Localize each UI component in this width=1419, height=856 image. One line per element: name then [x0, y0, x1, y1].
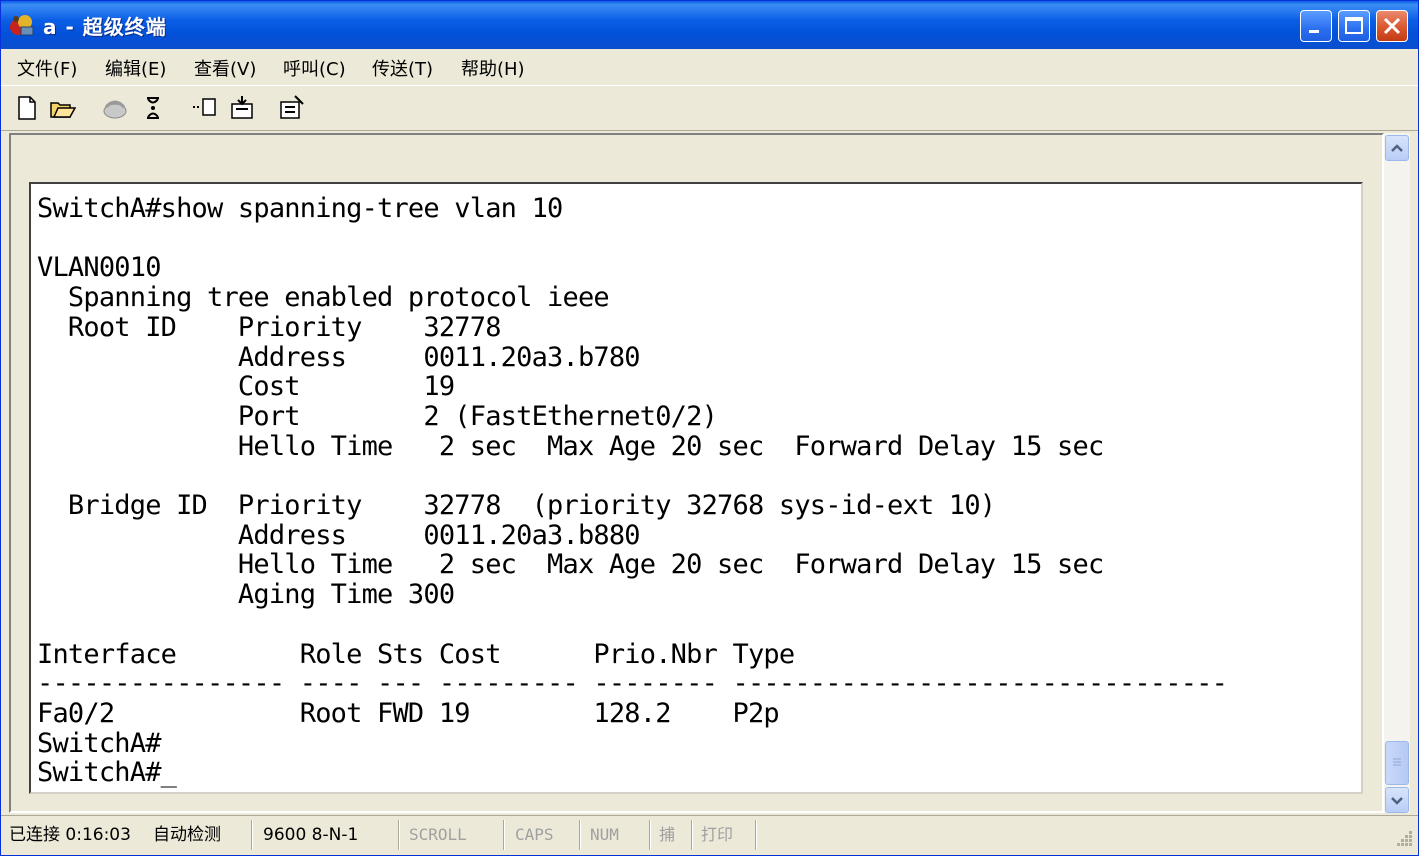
- terminal-line: Port 2 (FastEthernet0/2): [37, 400, 718, 432]
- terminal-screen[interactable]: SwitchA#show spanning-tree vlan 10 VLAN00…: [29, 182, 1363, 794]
- terminal-line: Interface Role Sts Cost Prio.Nbr Type: [37, 638, 795, 670]
- terminal-line: Cost 19: [37, 371, 455, 403]
- window-title: a - 超级终端: [43, 15, 167, 39]
- status-capture: 捕: [659, 825, 676, 844]
- scroll-up-button[interactable]: [1385, 135, 1409, 161]
- terminal-line: Aging Time 300: [37, 579, 455, 611]
- terminal-line: Hello Time 2 sec Max Age 20 sec Forward …: [37, 549, 1104, 581]
- open-icon[interactable]: [48, 94, 76, 122]
- terminal-line: Address 0011.20a3.b780: [37, 341, 641, 373]
- grip-lines-icon: [1393, 758, 1401, 766]
- status-scroll: SCROLL: [409, 825, 467, 844]
- menu-help[interactable]: 帮助(H): [461, 55, 525, 81]
- maximize-button[interactable]: [1338, 10, 1370, 42]
- status-divider: [691, 820, 693, 850]
- status-divider: [579, 820, 581, 850]
- status-detect: 自动检测: [153, 825, 221, 845]
- status-bar: 已连接 0:16:03 自动检测 9600 8-N-1 SCROLL CAPS …: [1, 815, 1418, 855]
- terminal-line: Hello Time 2 sec Max Age 20 sec Forward …: [37, 430, 1104, 462]
- new-icon[interactable]: [13, 94, 41, 122]
- menu-file[interactable]: 文件(F): [17, 55, 77, 81]
- minimize-button[interactable]: [1300, 10, 1332, 42]
- status-divider: [649, 820, 651, 850]
- close-button[interactable]: [1376, 10, 1408, 42]
- disconnect-icon[interactable]: [139, 94, 167, 122]
- status-print: 打印: [701, 825, 734, 844]
- hyperterminal-window: a - 超级终端 文件(F) 编辑(E) 查看(V) 呼叫(C) 传送(T) 帮…: [0, 0, 1419, 856]
- maximize-icon: [1345, 17, 1363, 34]
- close-icon: [1383, 17, 1401, 35]
- resize-grip-icon[interactable]: [1393, 827, 1415, 849]
- status-divider: [503, 820, 505, 850]
- receive-icon[interactable]: [228, 94, 256, 122]
- terminal-line: Root ID Priority 32778: [37, 311, 502, 343]
- hyperterminal-app-icon: [10, 15, 34, 36]
- terminal-line: ---------------- ---- --- --------- ----…: [37, 668, 1228, 700]
- terminal-line: SwitchA#_: [37, 757, 177, 789]
- menu-transfer[interactable]: 传送(T): [372, 55, 433, 81]
- status-connected: 已连接 0:16:03: [9, 825, 131, 845]
- status-divider: [755, 820, 757, 850]
- status-divider: [251, 820, 253, 850]
- minimize-icon: [1309, 30, 1319, 33]
- chevron-down-icon: [1391, 797, 1403, 805]
- terminal-line: SwitchA#: [37, 727, 161, 759]
- status-port-settings: 9600 8-N-1: [263, 825, 359, 845]
- status-num: NUM: [590, 825, 619, 844]
- terminal-line: Fa0/2 Root FWD 19 128.2 P2p: [37, 697, 780, 729]
- status-caps: CAPS: [515, 825, 554, 844]
- terminal-line: Bridge ID Priority 32778 (priority 32768…: [37, 490, 996, 521]
- status-divider: [398, 820, 400, 850]
- menu-edit[interactable]: 编辑(E): [105, 55, 166, 81]
- scroll-thumb[interactable]: [1385, 741, 1409, 785]
- terminal-line: VLAN0010: [37, 252, 161, 284]
- menu-view[interactable]: 查看(V): [194, 55, 256, 81]
- chevron-up-icon: [1391, 144, 1403, 152]
- vertical-scrollbar[interactable]: [1384, 133, 1410, 813]
- properties-icon[interactable]: [277, 94, 305, 122]
- send-icon[interactable]: [191, 94, 219, 122]
- terminal-line: Address 0011.20a3.b880: [37, 519, 641, 551]
- scroll-down-button[interactable]: [1385, 787, 1409, 813]
- title-bar[interactable]: a - 超级终端: [1, 1, 1418, 49]
- terminal-line: Spanning tree enabled protocol ieee: [37, 282, 610, 314]
- menu-bar: 文件(F) 编辑(E) 查看(V) 呼叫(C) 传送(T) 帮助(H): [1, 49, 1418, 85]
- menu-call[interactable]: 呼叫(C): [283, 55, 346, 81]
- phone-icon[interactable]: [101, 94, 129, 122]
- terminal-line: SwitchA#show spanning-tree vlan 10: [37, 193, 563, 224]
- toolbar: [1, 85, 1418, 131]
